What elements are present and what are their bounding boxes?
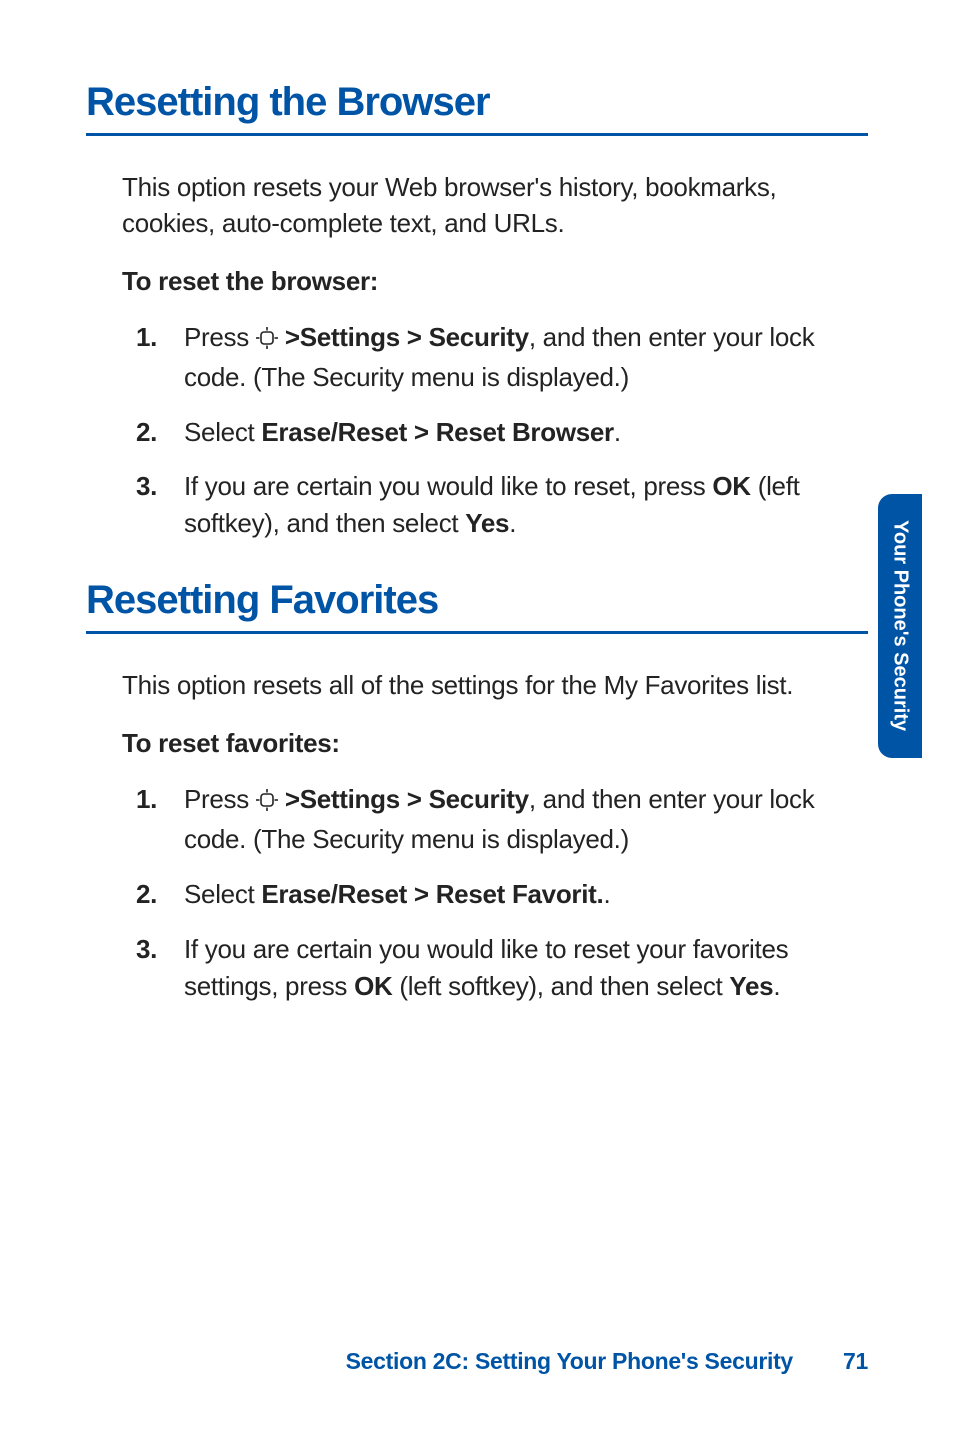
nav-key-icon — [256, 322, 278, 359]
intro-text-2: This option resets all of the settings f… — [122, 668, 868, 704]
step-text: If you are certain you would like to res… — [184, 471, 712, 501]
menu-path: Erase/Reset > Reset Favorit. — [261, 879, 603, 909]
menu-path: >Settings > Security — [278, 322, 529, 352]
step-text: Select — [184, 879, 261, 909]
heading-resetting-favorites: Resetting Favorites — [86, 578, 868, 634]
step-item: Select Erase/Reset > Reset Browser. — [136, 414, 868, 451]
softkey-ok: OK — [712, 471, 750, 501]
nav-key-icon — [256, 784, 278, 821]
page-content: Resetting the Browser This option resets… — [0, 0, 954, 1005]
step-text: . — [603, 879, 610, 909]
step-text: Select — [184, 417, 261, 447]
step-text: . — [509, 508, 516, 538]
step-text: (left softkey), and then select — [392, 971, 729, 1001]
intro-text-1: This option resets your Web browser's hi… — [122, 170, 868, 242]
step-text: Press — [184, 784, 256, 814]
step-text: . — [614, 417, 621, 447]
page-footer: Section 2C: Setting Your Phone's Securit… — [86, 1348, 868, 1375]
step-item: If you are certain you would like to res… — [136, 931, 868, 1005]
steps-list-1: Press >Settings > Security, and then ent… — [122, 319, 868, 543]
heading-resetting-browser: Resetting the Browser — [86, 80, 868, 136]
step-text: Press — [184, 322, 256, 352]
steps-list-2: Press >Settings > Security, and then ent… — [122, 781, 868, 1005]
step-item: Press >Settings > Security, and then ent… — [136, 319, 868, 396]
menu-path: Erase/Reset > Reset Browser — [261, 417, 614, 447]
step-text: . — [773, 971, 780, 1001]
step-item: Press >Settings > Security, and then ent… — [136, 781, 868, 858]
menu-path: >Settings > Security — [278, 784, 529, 814]
page-number: 71 — [843, 1348, 868, 1375]
footer-section: Section 2C: Setting Your Phone's Securit… — [346, 1348, 793, 1374]
step-item: Select Erase/Reset > Reset Favorit.. — [136, 876, 868, 913]
subheading-reset-favorites: To reset favorites: — [122, 728, 868, 759]
option-yes: Yes — [729, 971, 773, 1001]
section-body-1: This option resets your Web browser's hi… — [86, 170, 868, 542]
section-body-2: This option resets all of the settings f… — [86, 668, 868, 1004]
subheading-reset-browser: To reset the browser: — [122, 266, 868, 297]
option-yes: Yes — [465, 508, 509, 538]
softkey-ok: OK — [354, 971, 392, 1001]
step-item: If you are certain you would like to res… — [136, 468, 868, 542]
side-tab: Your Phone's Security — [878, 494, 922, 758]
